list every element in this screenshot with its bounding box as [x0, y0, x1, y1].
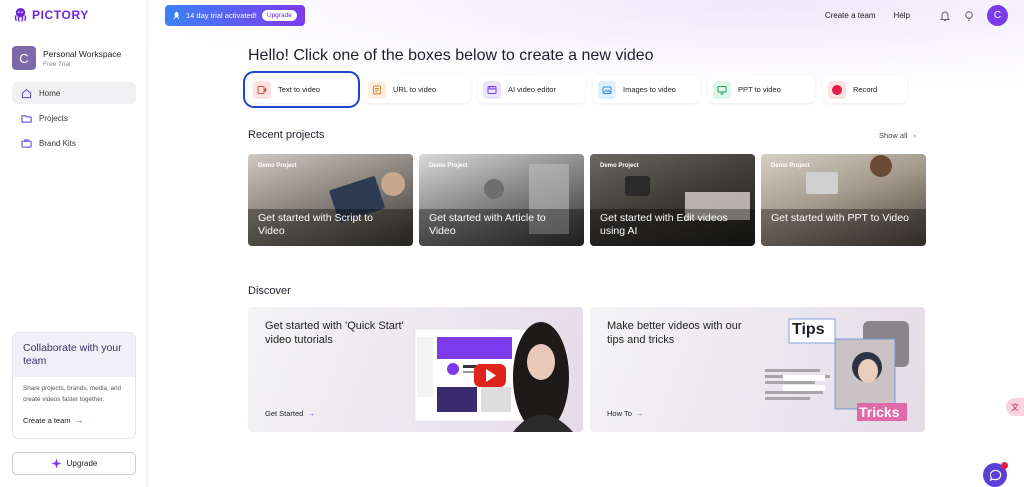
get-started-link[interactable]: Get Started →	[265, 409, 315, 418]
project-tag: Demo Project	[429, 163, 468, 169]
arrow-right-icon: →	[74, 415, 84, 425]
workspace-avatar: C	[12, 46, 36, 70]
project-tag: Demo Project	[258, 163, 297, 169]
chevron-right-icon: ›	[913, 131, 917, 140]
top-bar-actions: Create a team Help C	[825, 5, 1008, 26]
user-avatar[interactable]: C	[987, 5, 1008, 26]
sidebar-item-label: Projects	[39, 113, 68, 123]
brand-name: PICTORY	[32, 7, 89, 22]
chat-widget-button[interactable]	[983, 462, 1008, 487]
rocket-icon	[173, 11, 180, 20]
get-started-label: Get Started	[265, 409, 304, 418]
notification-badge	[1001, 462, 1008, 469]
ppt-icon	[713, 80, 731, 99]
workspace-switcher[interactable]: C Personal Workspace Free Trial	[12, 46, 121, 70]
workspace-name: Personal Workspace	[43, 48, 122, 59]
brand-logo[interactable]: PICTORY	[13, 7, 89, 22]
text-to-video-button[interactable]: Text to video	[243, 71, 360, 108]
discover-card-title: Make better videos with our tips and tri…	[607, 320, 742, 346]
lightbulb-icon[interactable]	[963, 10, 975, 22]
sidebar-item-home[interactable]: Home	[12, 82, 136, 104]
project-card[interactable]: Demo Project Get started with PPT to Vid…	[761, 154, 926, 246]
recent-projects-title: Recent projects	[248, 129, 325, 141]
project-tag: Demo Project	[600, 163, 639, 169]
images-to-video-label: Images to video	[623, 85, 676, 94]
recent-projects-list: Demo Project Get started with Script to …	[248, 154, 926, 246]
create-team-link-label: Create a team	[23, 415, 71, 425]
ai-video-editor-label: AI video editor	[508, 85, 556, 94]
sparkle-icon	[51, 458, 62, 469]
project-card[interactable]: Demo Project Get started with Script to …	[248, 154, 413, 246]
project-card[interactable]: Demo Project Get started with Edit video…	[590, 154, 755, 246]
discover-list: Get started with 'Quick Start' video tut…	[248, 307, 925, 432]
upgrade-button[interactable]: Upgrade	[12, 452, 136, 475]
tips-thumbnail	[765, 318, 909, 421]
show-all-label: Show all	[879, 131, 908, 140]
project-caption: Get started with Script to Video	[258, 212, 373, 237]
sidebar: PICTORY C Personal Workspace Free Trial …	[0, 0, 148, 487]
project-tag: Demo Project	[771, 163, 810, 169]
record-button[interactable]: Record	[823, 76, 907, 103]
discover-card-quick-start[interactable]: Get started with 'Quick Start' video tut…	[248, 307, 583, 432]
how-to-label: How To	[607, 409, 632, 418]
tips-thumbnail-bottom-text: Tricks	[859, 404, 900, 420]
page-title: Hello! Click one of the boxes below to c…	[248, 47, 654, 64]
octopus-logo-icon	[14, 7, 27, 22]
show-all-link[interactable]: Show all ›	[879, 131, 916, 140]
url-doc-icon	[368, 80, 386, 99]
url-to-video-button[interactable]: URL to video	[363, 76, 470, 103]
create-team-button[interactable]: Create a team	[825, 11, 876, 20]
ai-editor-icon	[483, 80, 501, 99]
workspace-plan: Free Trial	[43, 60, 71, 68]
sidebar-item-projects[interactable]: Projects	[12, 107, 136, 129]
collaborate-text: Share projects, brands, media, and creat…	[23, 385, 122, 403]
images-to-video-button[interactable]: Images to video	[593, 76, 700, 103]
record-icon	[828, 80, 846, 99]
help-link[interactable]: Help	[894, 11, 910, 20]
project-caption: Get started with Article to Video	[429, 212, 546, 237]
trial-text: 14 day trial activated!	[186, 11, 257, 20]
arrow-right-icon: →	[635, 409, 644, 418]
sidebar-item-label: Home	[39, 88, 61, 98]
url-to-video-label: URL to video	[393, 85, 437, 94]
discover-card-tips[interactable]: Make better videos with our tips and tri…	[590, 307, 925, 432]
collaborate-title: Collaborate with your team	[23, 342, 122, 367]
create-options: Text to video URL to video AI video edit…	[243, 71, 907, 108]
sidebar-item-brand-kits[interactable]: Brand Kits	[12, 132, 136, 154]
ppt-to-video-label: PPT to video	[738, 85, 781, 94]
project-card[interactable]: Demo Project Get started with Article to…	[419, 154, 584, 246]
home-icon	[21, 88, 32, 98]
images-icon	[598, 80, 616, 99]
bell-icon[interactable]	[939, 10, 951, 22]
create-team-link[interactable]: Create a team →	[13, 405, 135, 425]
collaborate-card: Collaborate with your team Share project…	[12, 332, 136, 439]
discover-card-title: Get started with 'Quick Start' video tut…	[265, 320, 404, 346]
how-to-link[interactable]: How To →	[607, 409, 643, 418]
folder-icon	[21, 114, 32, 123]
translate-icon[interactable]: 文	[1006, 398, 1024, 416]
upgrade-button-label: Upgrade	[66, 459, 98, 468]
trial-upgrade-button[interactable]: Upgrade	[261, 10, 297, 21]
briefcase-icon	[21, 138, 32, 148]
project-caption: Get started with PPT to Video	[771, 212, 909, 224]
tips-thumbnail-top-text: Tips	[792, 321, 825, 338]
sidebar-nav: Home Projects Brand Kits	[12, 82, 136, 157]
record-label: Record	[853, 85, 878, 94]
text-video-icon	[253, 80, 271, 99]
discover-title: Discover	[248, 285, 291, 297]
project-caption: Get started with Edit videos using AI	[600, 212, 728, 237]
chat-icon	[989, 469, 1001, 481]
sidebar-item-label: Brand Kits	[39, 138, 76, 148]
ppt-to-video-button[interactable]: PPT to video	[708, 76, 815, 103]
tutorial-thumbnail	[414, 322, 573, 432]
trial-banner: 14 day trial activated! Upgrade	[165, 5, 305, 26]
ai-video-editor-button[interactable]: AI video editor	[478, 76, 585, 103]
arrow-right-icon: →	[307, 409, 315, 418]
text-to-video-label: Text to video	[278, 85, 321, 94]
